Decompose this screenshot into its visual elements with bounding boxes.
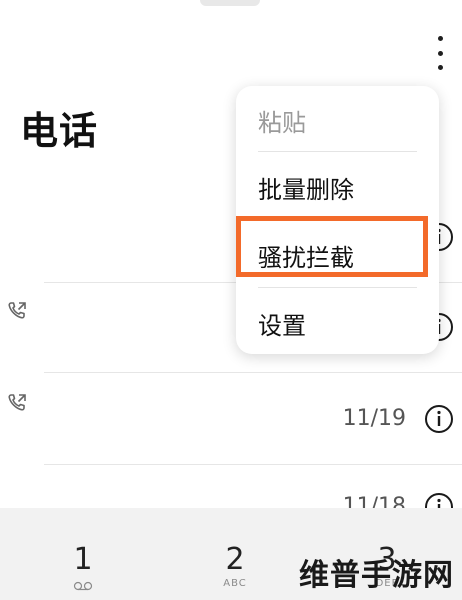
outgoing-call-icon <box>8 302 26 319</box>
dial-key-digit: 1 <box>73 542 93 577</box>
dial-key-letters: ABC <box>223 578 247 589</box>
watermark: 维普手游网 <box>299 558 454 593</box>
info-icon[interactable] <box>424 404 454 434</box>
menu-divider <box>258 151 417 152</box>
dial-key-1[interactable]: 1 <box>43 544 123 595</box>
more-options-icon[interactable] <box>430 36 450 70</box>
voicemail-icon <box>73 581 93 591</box>
call-log-row[interactable]: 11/19 <box>0 372 462 462</box>
menu-divider <box>258 287 417 288</box>
highlight-box <box>236 216 428 277</box>
menu-item-batch-delete[interactable]: 批量删除 <box>236 157 439 217</box>
call-date: 11/19 <box>342 406 406 431</box>
outgoing-call-icon <box>8 394 26 411</box>
dial-key-digit: 2 <box>225 542 245 577</box>
page-title: 电话 <box>20 109 99 153</box>
status-bar-stub <box>200 0 260 6</box>
menu-item-settings[interactable]: 设置 <box>236 293 439 353</box>
menu-item-paste[interactable]: 粘贴 <box>236 90 439 150</box>
dial-key-2[interactable]: 2 ABC <box>195 542 275 590</box>
